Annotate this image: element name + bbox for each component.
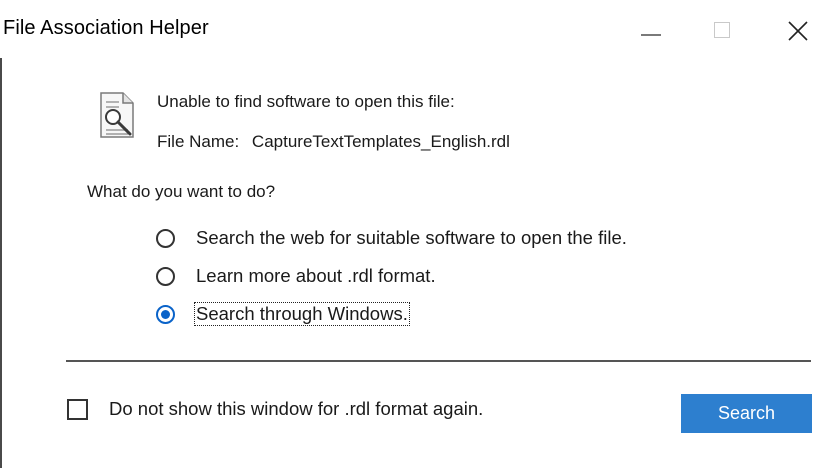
window-title: File Association Helper	[3, 17, 209, 39]
file-association-dialog: File Association Helper Unable to find s…	[0, 0, 835, 468]
search-button[interactable]: Search	[681, 394, 812, 433]
question-label: What do you want to do?	[87, 182, 276, 201]
file-search-icon	[97, 90, 137, 145]
file-name-value: CaptureTextTemplates_English.rdl	[251, 132, 510, 151]
option-search-web[interactable]: Search the web for suitable software to …	[156, 223, 628, 253]
dont-show-again-label[interactable]: Do not show this window for .rdl format …	[109, 398, 483, 420]
maximize-icon	[714, 22, 730, 38]
close-button[interactable]	[764, 0, 834, 58]
option-label[interactable]: Search through Windows.	[194, 302, 410, 326]
radio-search-windows[interactable]	[156, 304, 175, 324]
option-learn-more[interactable]: Learn more about .rdl format.	[156, 261, 437, 291]
option-search-windows[interactable]: Search through Windows.	[156, 299, 410, 329]
dont-show-again-checkbox[interactable]	[67, 398, 88, 420]
minimize-icon	[641, 34, 661, 36]
window-border	[0, 58, 2, 468]
error-message: Unable to find software to open this fil…	[157, 92, 455, 111]
file-name-row: File Name: CaptureTextTemplates_English.…	[157, 132, 510, 152]
title-bar[interactable]: File Association Helper	[0, 0, 835, 58]
maximize-button[interactable]	[689, 0, 759, 58]
file-name-label: File Name:	[157, 132, 240, 151]
close-icon	[788, 21, 808, 41]
radio-search-web[interactable]	[156, 228, 175, 248]
separator-line	[66, 360, 811, 362]
radio-learn-more[interactable]	[156, 266, 175, 286]
minimize-button[interactable]	[618, 0, 688, 58]
dont-show-again-row[interactable]: Do not show this window for .rdl format …	[67, 398, 483, 420]
option-label[interactable]: Learn more about .rdl format.	[195, 265, 437, 287]
option-label[interactable]: Search the web for suitable software to …	[195, 227, 628, 249]
